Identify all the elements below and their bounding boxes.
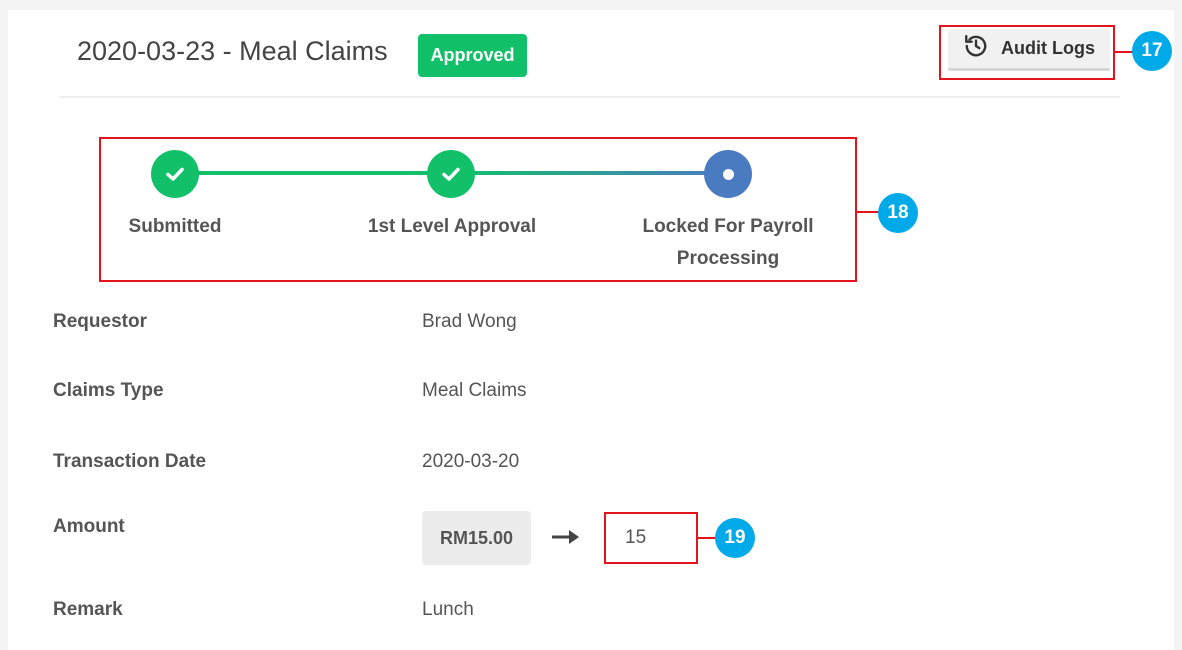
- arrow-right-icon: [552, 530, 579, 544]
- annotation-marker: 17: [1132, 31, 1172, 71]
- field-label-requestor: Requestor: [53, 311, 147, 332]
- original-amount: RM15.00: [422, 511, 531, 565]
- field-value-requestor: Brad Wong: [422, 311, 517, 332]
- callout-connector: [1115, 51, 1133, 53]
- status-badge: Approved: [418, 34, 527, 77]
- field-label-transaction-date: Transaction Date: [53, 451, 207, 472]
- annotation-marker: 18: [878, 193, 918, 233]
- field-value-remark: Lunch: [422, 599, 474, 620]
- callout-box-amount: [604, 512, 698, 564]
- claim-panel: [8, 10, 1174, 650]
- callout-box-audit: [939, 25, 1115, 80]
- field-label-amount: Amount: [53, 516, 125, 537]
- page-title: 2020-03-23 - Meal Claims: [77, 36, 388, 66]
- field-label-claims-type: Claims Type: [53, 380, 164, 401]
- field-value-transaction-date: 2020-03-20: [422, 451, 520, 472]
- callout-connector: [857, 211, 879, 213]
- callout-connector: [698, 537, 716, 539]
- callout-box-progress: [99, 137, 857, 282]
- header-divider: [60, 96, 1120, 98]
- field-value-claims-type: Meal Claims: [422, 380, 527, 401]
- annotation-marker: 19: [715, 518, 755, 558]
- field-label-remark: Remark: [53, 599, 123, 620]
